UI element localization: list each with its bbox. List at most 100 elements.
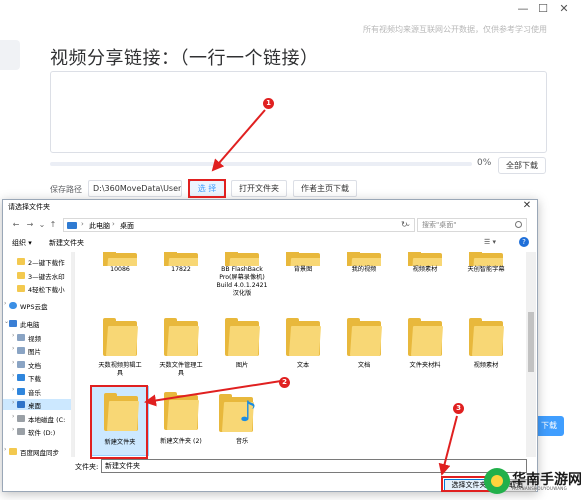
maximize-button[interactable]: ☐ [534, 1, 552, 17]
folder-item[interactable]: 天创智能字幕 [457, 252, 515, 312]
partial-download-button[interactable]: 下载 [534, 416, 564, 436]
nav-item[interactable]: › 图片 [3, 345, 74, 356]
folder-item-label: 视频素材 [412, 266, 438, 273]
nav-item[interactable]: › 视频 [3, 332, 74, 343]
minimize-button[interactable]: — [514, 1, 532, 17]
folder-item[interactable]: 新建文件夹 [91, 386, 149, 456]
folder-item[interactable]: 文件夹材料 [396, 312, 454, 384]
folder-icon [347, 252, 381, 266]
music-folder-icon: ♪ [239, 395, 257, 428]
nav-item-label: 此电脑 [20, 321, 40, 329]
folder-icon [164, 252, 198, 266]
breadcrumb-desktop[interactable]: 桌面 [120, 221, 134, 231]
nav-scrollbar[interactable] [71, 252, 74, 457]
folder-item-label: 视频素材 [473, 362, 499, 369]
nav-item-label: 图片 [28, 348, 41, 356]
folder-item[interactable]: 我的视频 [335, 252, 393, 312]
search-input[interactable]: 搜索"桌面" [417, 218, 527, 232]
new-folder-button[interactable]: 新建文件夹 [49, 238, 84, 248]
folder-icon [164, 318, 200, 356]
expand-chevron-icon[interactable]: › [12, 386, 14, 393]
dialog-toolbar: 组织 ▾ 新建文件夹 ☰ ▾ ? [3, 236, 537, 250]
folder-item-label: 新建文件夹 (2) [160, 438, 202, 445]
organize-menu[interactable]: 组织 ▾ [12, 238, 32, 248]
nav-item-label: 视频 [28, 335, 41, 343]
nav-item[interactable]: ⌄ 此电脑 [3, 318, 74, 329]
folder-icon [408, 252, 442, 266]
watermark-subtext: HUANANSHOUYOUWANG [512, 486, 567, 491]
nav-item[interactable]: › 文档 [3, 359, 74, 370]
download-progress-bar [50, 162, 472, 166]
share-link-textarea[interactable] [50, 71, 547, 153]
file-scrollbar[interactable] [526, 252, 536, 457]
back-arrow-icon[interactable]: ← [11, 219, 21, 230]
download-all-button[interactable]: 全部下载 [498, 157, 546, 174]
scrollbar-thumb[interactable] [528, 312, 534, 372]
folder-item-label: 我的视频 [351, 266, 377, 273]
nav-item[interactable]: › 本地磁盘 (C: [3, 413, 74, 424]
nav-item[interactable]: › 音乐 [3, 386, 74, 397]
refresh-icon[interactable]: ↻ [401, 220, 408, 229]
folder-item[interactable]: 文本 [274, 312, 332, 384]
recent-dropdown-icon[interactable]: ⌄ [37, 219, 47, 230]
nav-item[interactable]: 4轻松下载小 [3, 283, 74, 294]
help-icon[interactable]: ? [519, 237, 529, 247]
open-folder-button[interactable]: 打开文件夹 [231, 180, 287, 197]
expand-chevron-icon[interactable]: › [12, 332, 14, 339]
library-icon [17, 347, 25, 354]
folder-item[interactable]: BB FlashBack Pro(屏幕录像机) Build 4.0.1.2421… [213, 252, 271, 312]
dialog-close-icon[interactable]: ✕ [521, 200, 533, 211]
nav-item[interactable]: › 下载 [3, 372, 74, 383]
nav-item[interactable]: › 软件 (D:) [3, 426, 74, 437]
expand-chevron-icon[interactable]: › [4, 446, 6, 453]
folder-item-label: 文档 [357, 362, 371, 369]
view-options-icon[interactable]: ☰ ▾ [484, 238, 502, 248]
up-arrow-icon[interactable]: ↑ [48, 219, 58, 230]
nav-item[interactable]: 2—键下载作 [3, 256, 74, 267]
folder-item[interactable]: 新建文件夹 (2) [152, 386, 210, 456]
sidebar-edge [0, 40, 20, 70]
folder-item[interactable]: 背景图 [274, 252, 332, 312]
nav-item-label: 本地磁盘 (C: [28, 416, 66, 424]
folder-name-label: 文件夹: [75, 463, 99, 471]
nav-item-label: 音乐 [28, 389, 41, 397]
folder-icon [469, 318, 505, 356]
file-view: 10086 17822 BB FlashBack Pro(屏幕录像机) Build … [77, 252, 525, 457]
nav-item-label: 3—键去水印 [28, 273, 65, 281]
folder-icon [9, 448, 17, 455]
nav-item[interactable]: › 百度网盘同步 [3, 446, 74, 457]
forward-arrow-icon[interactable]: → [25, 219, 35, 230]
save-path-input[interactable]: D:\360MoveData\Users\ [88, 180, 182, 197]
browse-button[interactable]: 选 择 [189, 180, 225, 197]
expand-chevron-icon[interactable]: › [12, 413, 14, 420]
dialog-titlebar: 请选择文件夹 ✕ [3, 200, 537, 214]
author-page-download-button[interactable]: 作者主页下载 [293, 180, 357, 197]
folder-icon [225, 252, 259, 266]
folder-item[interactable]: 文档 [335, 312, 393, 384]
dialog-title: 请选择文件夹 [8, 203, 50, 211]
close-button[interactable]: ✕ [555, 1, 573, 17]
nav-item-label: 文档 [28, 362, 41, 370]
folder-item[interactable]: 10086 [91, 252, 149, 312]
folder-item[interactable]: 图片 [213, 312, 271, 384]
folder-item[interactable]: ♪ 音乐 [213, 386, 271, 456]
nav-item[interactable]: › 桌面 [3, 399, 74, 410]
folder-item[interactable]: 视频素材 [396, 252, 454, 312]
expand-chevron-icon[interactable]: › [12, 359, 14, 366]
expand-chevron-icon[interactable]: › [12, 345, 14, 352]
folder-item[interactable]: 17822 [152, 252, 210, 312]
folder-item[interactable]: 视频素材 [457, 312, 515, 384]
address-bar[interactable]: › 此电脑 › 桌面 ⌄ [63, 218, 415, 232]
folder-icon [164, 392, 200, 430]
nav-item[interactable]: 3—键去水印 [3, 270, 74, 281]
folder-name-input[interactable]: 新建文件夹 [101, 459, 527, 473]
expand-chevron-icon[interactable]: › [12, 399, 14, 406]
breadcrumb-this-pc[interactable]: 此电脑 [89, 221, 110, 231]
folder-item[interactable]: 天数视频剪辑工 具 [91, 312, 149, 384]
expand-chevron-icon[interactable]: › [4, 300, 6, 307]
folder-item-label: 天创智能字幕 [467, 266, 505, 273]
nav-item[interactable]: › WPS云盘 [3, 300, 74, 311]
expand-chevron-icon[interactable]: › [12, 372, 14, 379]
expand-chevron-icon[interactable]: › [12, 426, 14, 433]
folder-item[interactable]: 天数文件管理工 具 [152, 312, 210, 384]
